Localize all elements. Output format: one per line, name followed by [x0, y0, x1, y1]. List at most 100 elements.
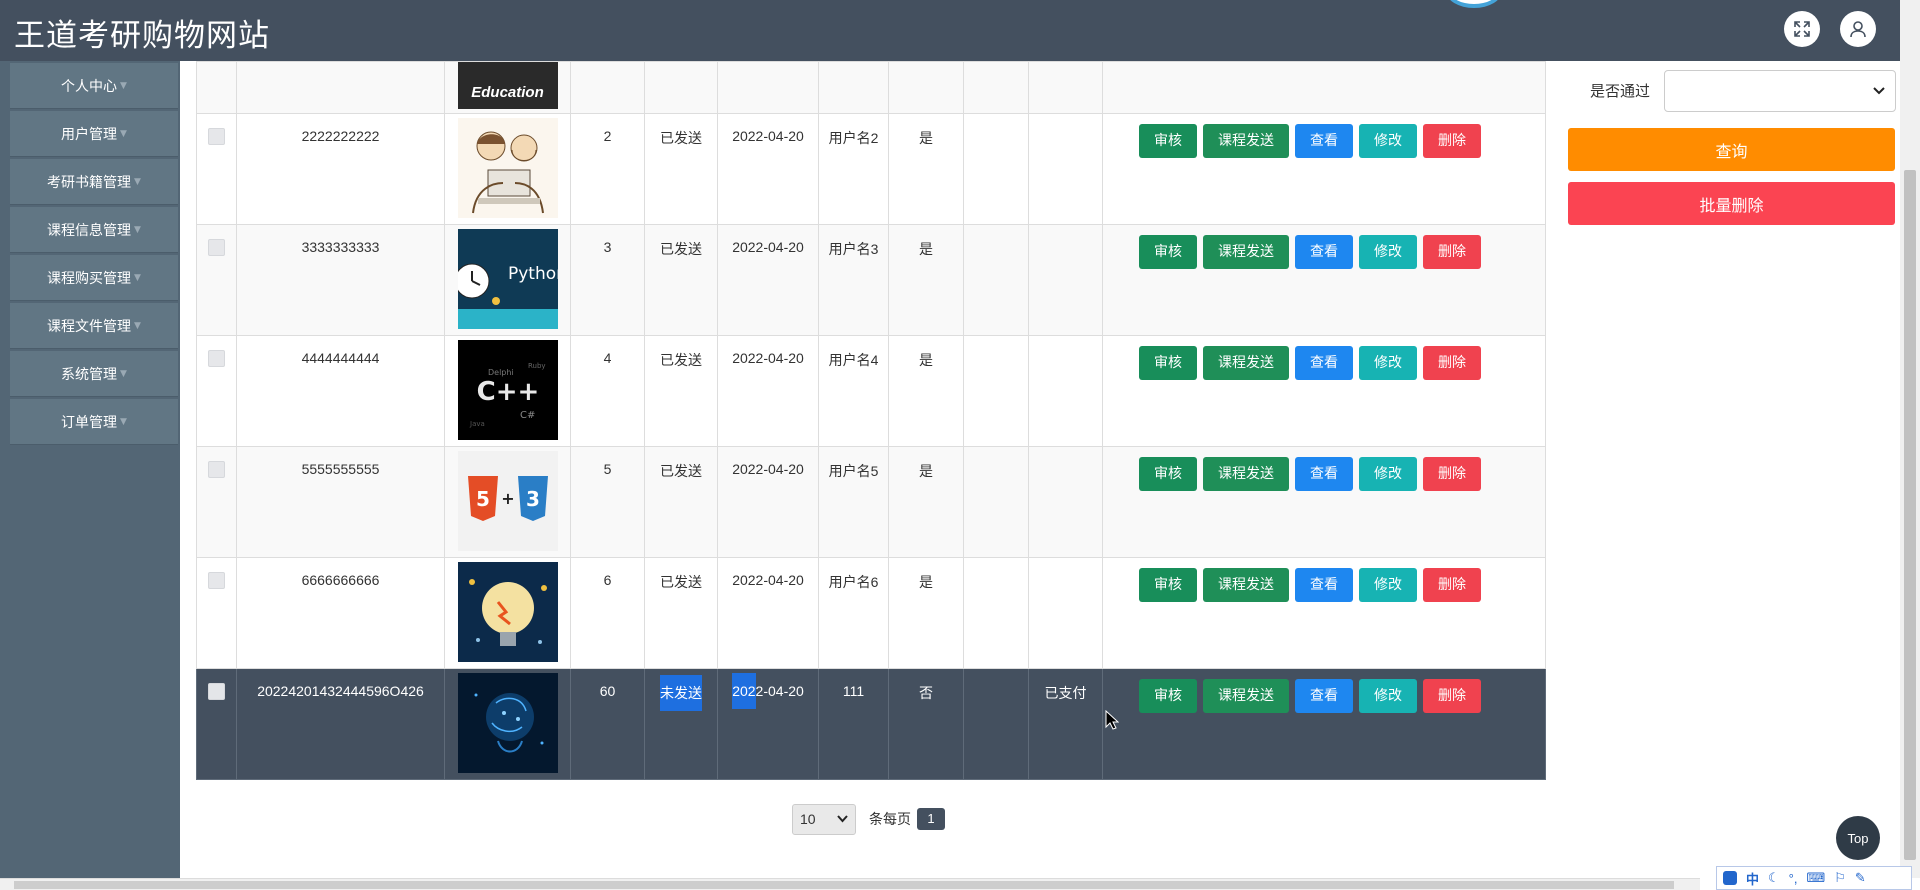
sidebar: 个人中心 ▼ 用户管理 ▼ 考研书籍管理 ▼ 课程信息管理 ▼ 课程购买管理 ▼ 课程文件…: [0, 61, 180, 878]
edit-button[interactable]: 修改: [1359, 124, 1417, 158]
send-course-button[interactable]: 课程发送: [1203, 679, 1289, 713]
mouse-cursor-icon: [1105, 710, 1119, 730]
order-number: 3333333333: [236, 224, 445, 336]
sidebar-item-course-info[interactable]: 课程信息管理 ▼: [10, 207, 178, 253]
scrollbar-thumb[interactable]: [1904, 170, 1916, 860]
table-row[interactable]: 5555555555 5 +3 5 已发送 2022-04-20 用户名5 是 审…: [196, 446, 1546, 558]
send-course-button[interactable]: 课程发送: [1203, 124, 1289, 158]
payment-status: 已支付: [1028, 668, 1103, 780]
audit-button[interactable]: 审核: [1139, 346, 1197, 380]
caret-down-icon: ▼: [134, 272, 141, 283]
sidebar-item-orders[interactable]: 订单管理 ▼: [10, 399, 178, 445]
audit-button[interactable]: 审核: [1139, 235, 1197, 269]
product-image: [457, 562, 558, 662]
sidebar-item-course-purchase[interactable]: 课程购买管理 ▼: [10, 255, 178, 301]
audit-button[interactable]: 审核: [1139, 568, 1197, 602]
delete-button[interactable]: 删除: [1423, 235, 1481, 269]
username: 用户名4: [818, 335, 889, 447]
delete-button[interactable]: 删除: [1423, 568, 1481, 602]
table-row[interactable]: 3333333333 Python 3 已发送 2022-04-20 用户名3 …: [196, 224, 1546, 336]
approved-filter-select[interactable]: [1664, 70, 1896, 112]
chevron-down-icon: [837, 815, 848, 823]
avatar-icon[interactable]: [1446, 0, 1502, 8]
page-number-current[interactable]: 1: [917, 808, 945, 830]
edit-button[interactable]: 修改: [1359, 346, 1417, 380]
row-checkbox[interactable]: [208, 239, 225, 256]
batch-delete-button[interactable]: 批量删除: [1568, 182, 1895, 225]
per-page-label: 条每页: [869, 812, 911, 828]
sidebar-item-label: 课程文件管理: [47, 318, 132, 335]
order-number: 6666666666: [236, 557, 445, 669]
username: 用户名2: [818, 113, 889, 225]
punctuation-icon[interactable]: °,: [1789, 871, 1798, 886]
delete-button[interactable]: 删除: [1423, 346, 1481, 380]
view-button[interactable]: 查看: [1295, 568, 1353, 602]
send-course-button[interactable]: 课程发送: [1203, 346, 1289, 380]
sidebar-item-user-management[interactable]: 用户管理 ▼: [10, 111, 178, 157]
send-course-button[interactable]: 课程发送: [1203, 235, 1289, 269]
orders-table: Education 2222222222 2 已发送 2022-04-20 用户…: [196, 61, 1546, 780]
view-button[interactable]: 查看: [1295, 124, 1353, 158]
sidebar-item-book-management[interactable]: 考研书籍管理 ▼: [10, 159, 178, 205]
send-course-button[interactable]: 课程发送: [1203, 457, 1289, 491]
send-status: 已发送: [644, 446, 718, 558]
row-checkbox[interactable]: [208, 572, 225, 589]
back-to-top-button[interactable]: Top: [1836, 816, 1880, 860]
svg-text:Delphi: Delphi: [488, 368, 514, 377]
fullscreen-icon[interactable]: [1784, 11, 1820, 47]
audit-button[interactable]: 审核: [1139, 124, 1197, 158]
skin-icon[interactable]: ⚐: [1834, 870, 1846, 886]
username: 111: [818, 668, 889, 780]
audit-button[interactable]: 审核: [1139, 457, 1197, 491]
quantity: 6: [570, 557, 645, 669]
query-button[interactable]: 查询: [1568, 128, 1895, 171]
sidebar-item-label: 课程购买管理: [47, 270, 132, 287]
svg-text:C++: C++: [476, 377, 539, 407]
table-row[interactable]: 2222222222 2 已发送 2022-04-20 用户名2 是 审核 课程发…: [196, 113, 1546, 225]
sidebar-item-personal-center[interactable]: 个人中心 ▼: [10, 63, 178, 109]
product-image: [457, 673, 558, 773]
scrollbar-thumb[interactable]: [14, 881, 1674, 889]
ime-toolbar[interactable]: 中 ☾ °, ⌨ ⚐ ✎: [1716, 866, 1912, 890]
view-button[interactable]: 查看: [1295, 457, 1353, 491]
moon-icon[interactable]: ☾: [1768, 870, 1780, 886]
page-size-select[interactable]: 10: [792, 803, 856, 835]
order-date: 2022-04-20: [717, 335, 819, 447]
site-title: 王道考研购物网站: [14, 18, 270, 54]
top-header: 王道考研购物网站: [0, 0, 1900, 61]
ime-language-toggle[interactable]: 中: [1746, 869, 1759, 888]
row-checkbox[interactable]: [208, 461, 225, 478]
row-checkbox[interactable]: [208, 350, 225, 367]
edit-button[interactable]: 修改: [1359, 568, 1417, 602]
keyboard-icon[interactable]: ⌨: [1806, 870, 1825, 886]
row-checkbox[interactable]: [208, 128, 225, 145]
view-button[interactable]: 查看: [1295, 235, 1353, 269]
send-status: 已发送: [644, 335, 718, 447]
table-row[interactable]: 6666666666 6 已发送 2022-04-20 用户名6 是 审核 课程发…: [196, 557, 1546, 669]
view-button[interactable]: 查看: [1295, 346, 1353, 380]
table-row-selected[interactable]: 20224201432444596O426 60 未发送 2022-04-20 …: [196, 668, 1546, 780]
order-number: 4444444444: [236, 335, 445, 447]
delete-button[interactable]: 删除: [1423, 457, 1481, 491]
delete-button[interactable]: 删除: [1423, 679, 1481, 713]
horizontal-scrollbar[interactable]: [0, 878, 1700, 890]
delete-button[interactable]: 删除: [1423, 124, 1481, 158]
sidebar-item-course-files[interactable]: 课程文件管理 ▼: [10, 303, 178, 349]
svg-text:Python: Python: [508, 264, 558, 284]
user-icon[interactable]: [1840, 11, 1876, 47]
view-button[interactable]: 查看: [1295, 679, 1353, 713]
send-status: 未发送: [660, 675, 702, 711]
edit-button[interactable]: 修改: [1359, 457, 1417, 491]
username: 用户名5: [818, 446, 889, 558]
svg-text:Java: Java: [469, 420, 485, 428]
order-date: 2022-04-20: [717, 113, 819, 225]
wrench-icon[interactable]: ✎: [1855, 870, 1866, 886]
edit-button[interactable]: 修改: [1359, 679, 1417, 713]
row-checkbox[interactable]: [208, 683, 225, 700]
vertical-scrollbar[interactable]: [1900, 0, 1920, 878]
edit-button[interactable]: 修改: [1359, 235, 1417, 269]
send-course-button[interactable]: 课程发送: [1203, 568, 1289, 602]
sidebar-item-system[interactable]: 系统管理 ▼: [10, 351, 178, 397]
audit-button[interactable]: 审核: [1139, 679, 1197, 713]
table-row[interactable]: 4444444444 C++ Delphi C# Java Ruby 4 已发送 202…: [196, 335, 1546, 447]
